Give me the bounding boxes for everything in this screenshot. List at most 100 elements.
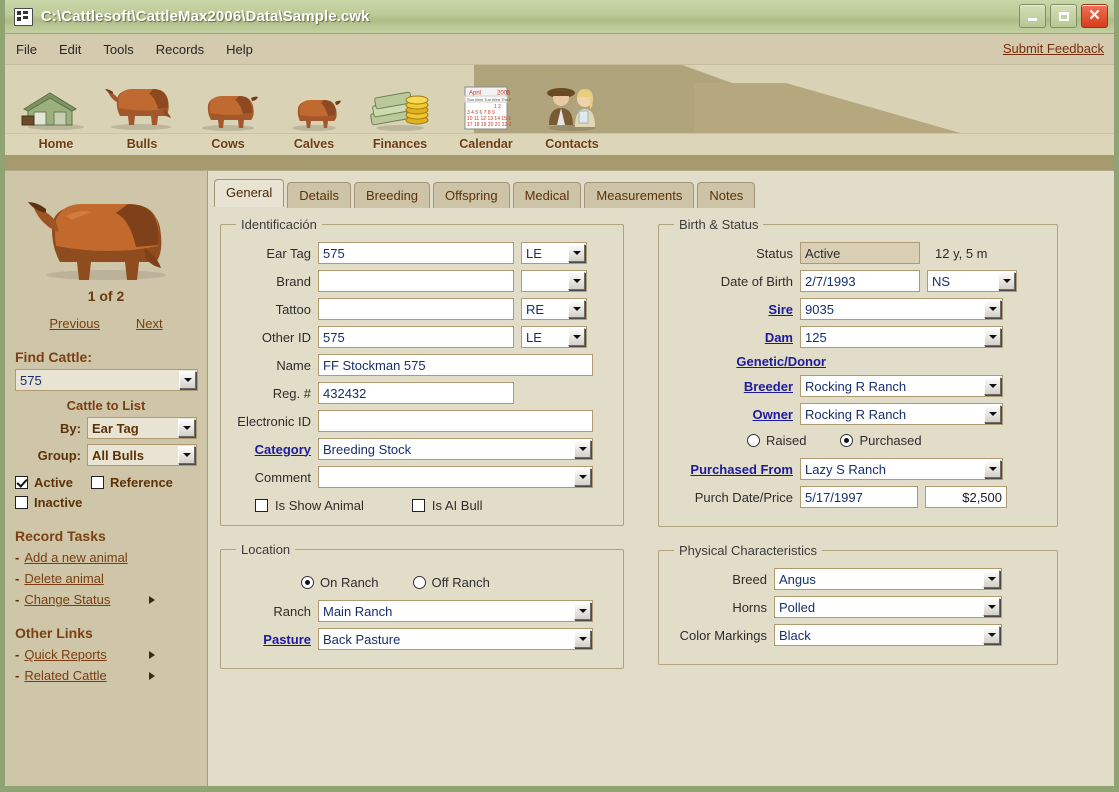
purch-date-input[interactable]: 5/17/1997	[800, 486, 918, 508]
on-ranch-radio[interactable]	[301, 576, 314, 589]
dam-link[interactable]: Dam	[671, 330, 793, 345]
chevron-down-icon[interactable]	[568, 300, 585, 318]
link-quick-reports[interactable]: - Quick Reports	[15, 647, 197, 662]
sire-link[interactable]: Sire	[671, 302, 793, 317]
genetic-donor-link[interactable]: Genetic/Donor	[671, 354, 826, 369]
purchased-radio[interactable]	[840, 434, 853, 447]
dob-type-select[interactable]: NS	[927, 270, 1017, 292]
other-id-input[interactable]: 575	[318, 326, 514, 348]
next-link[interactable]: Next	[136, 316, 163, 331]
chevron-down-icon[interactable]	[574, 630, 591, 648]
tab-offspring[interactable]: Offspring	[433, 182, 510, 208]
is-show-animal-checkbox[interactable]	[255, 499, 268, 512]
dob-input[interactable]: 2/7/1993	[800, 270, 920, 292]
chevron-down-icon[interactable]	[574, 602, 591, 620]
purchased-from-select[interactable]: Lazy S Ranch	[800, 458, 1003, 480]
task-label[interactable]: Change Status	[24, 592, 110, 607]
chevron-down-icon[interactable]	[984, 300, 1001, 318]
tab-medical[interactable]: Medical	[513, 182, 582, 208]
raised-radio[interactable]	[747, 434, 760, 447]
chevron-down-icon[interactable]	[568, 244, 585, 262]
pasture-link[interactable]: Pasture	[233, 632, 311, 647]
purch-price-input[interactable]: $2,500	[925, 486, 1007, 508]
chevron-down-icon[interactable]	[178, 419, 195, 437]
toolbar-item-calves[interactable]: Calves	[271, 65, 357, 157]
task-delete-animal[interactable]: - Delete animal	[15, 571, 197, 586]
tab-general[interactable]: General	[214, 179, 284, 207]
purchased-from-link[interactable]: Purchased From	[671, 462, 793, 477]
brand-input[interactable]	[318, 270, 514, 292]
toolbar-item-contacts[interactable]: Contacts	[529, 65, 615, 157]
chevron-down-icon[interactable]	[178, 446, 195, 464]
find-cattle-input[interactable]: 575	[15, 369, 198, 391]
chevron-down-icon[interactable]	[984, 377, 1001, 395]
ranch-select[interactable]: Main Ranch	[318, 600, 593, 622]
other-id-location-select[interactable]: LE	[521, 326, 587, 348]
chevron-down-icon[interactable]	[179, 371, 196, 389]
menu-item-tools[interactable]: Tools	[92, 38, 144, 61]
task-label[interactable]: Add a new animal	[24, 550, 127, 565]
chevron-down-icon[interactable]	[984, 460, 1001, 478]
comment-select[interactable]	[318, 466, 593, 488]
link-label[interactable]: Quick Reports	[24, 647, 106, 662]
active-checkbox[interactable]	[15, 476, 28, 489]
brand-location-select[interactable]	[521, 270, 587, 292]
tattoo-location-select[interactable]: RE	[521, 298, 587, 320]
reg-input[interactable]: 432432	[318, 382, 514, 404]
sire-select[interactable]: 9035	[800, 298, 1003, 320]
is-ai-bull-checkbox[interactable]	[412, 499, 425, 512]
off-ranch-radio[interactable]	[413, 576, 426, 589]
chevron-down-icon[interactable]	[983, 598, 1000, 616]
tab-notes[interactable]: Notes	[697, 182, 755, 208]
color-markings-select[interactable]: Black	[774, 624, 1002, 646]
chevron-down-icon[interactable]	[574, 440, 591, 458]
name-input[interactable]: FF Stockman 575	[318, 354, 593, 376]
toolbar-item-calendar[interactable]: April 2005 Sun Mon Tue Wed Thu Fri Sat 1…	[443, 65, 529, 157]
toolbar-item-finances[interactable]: Finances	[357, 65, 443, 157]
link-label[interactable]: Related Cattle	[24, 668, 106, 683]
menu-item-edit[interactable]: Edit	[48, 38, 92, 61]
close-button[interactable]: ✕	[1081, 4, 1108, 28]
eid-input[interactable]	[318, 410, 593, 432]
tab-breeding[interactable]: Breeding	[354, 182, 430, 208]
horns-select[interactable]: Polled	[774, 596, 1002, 618]
owner-select[interactable]: Rocking R Ranch	[800, 403, 1003, 425]
previous-link[interactable]: Previous	[49, 316, 100, 331]
reference-checkbox[interactable]	[91, 476, 104, 489]
chevron-down-icon[interactable]	[984, 328, 1001, 346]
pasture-select[interactable]: Back Pasture	[318, 628, 593, 650]
chevron-down-icon[interactable]	[574, 468, 591, 486]
owner-link[interactable]: Owner	[671, 407, 793, 422]
chevron-down-icon[interactable]	[568, 328, 585, 346]
chevron-down-icon[interactable]	[984, 405, 1001, 423]
menu-item-records[interactable]: Records	[145, 38, 215, 61]
submit-feedback-link[interactable]: Submit Feedback	[1003, 41, 1104, 56]
breeder-link[interactable]: Breeder	[671, 379, 793, 394]
category-link[interactable]: Category	[233, 442, 311, 457]
chevron-down-icon[interactable]	[983, 570, 1000, 588]
toolbar-item-cows[interactable]: Cows	[185, 65, 271, 157]
chevron-down-icon[interactable]	[983, 626, 1000, 644]
task-change-status[interactable]: - Change Status	[15, 592, 197, 607]
chevron-down-icon[interactable]	[568, 272, 585, 290]
tab-details[interactable]: Details	[287, 182, 351, 208]
category-select[interactable]: Breeding Stock	[318, 438, 593, 460]
ear-tag-input[interactable]: 575	[318, 242, 514, 264]
toolbar-item-home[interactable]: Home	[13, 65, 99, 157]
minimize-button[interactable]	[1019, 4, 1046, 28]
menu-item-file[interactable]: File	[5, 38, 48, 61]
dam-select[interactable]: 125	[800, 326, 1003, 348]
task-add-animal[interactable]: - Add a new animal	[15, 550, 197, 565]
task-label[interactable]: Delete animal	[24, 571, 104, 586]
list-group-select[interactable]: All Bulls	[87, 444, 197, 466]
list-by-select[interactable]: Ear Tag	[87, 417, 197, 439]
breed-select[interactable]: Angus	[774, 568, 1002, 590]
inactive-checkbox[interactable]	[15, 496, 28, 509]
tattoo-input[interactable]	[318, 298, 514, 320]
ear-tag-location-select[interactable]: LE	[521, 242, 587, 264]
breeder-select[interactable]: Rocking R Ranch	[800, 375, 1003, 397]
maximize-button[interactable]	[1050, 4, 1077, 28]
toolbar-item-bulls[interactable]: Bulls	[99, 65, 185, 157]
chevron-down-icon[interactable]	[998, 272, 1015, 290]
tab-measurements[interactable]: Measurements	[584, 182, 694, 208]
